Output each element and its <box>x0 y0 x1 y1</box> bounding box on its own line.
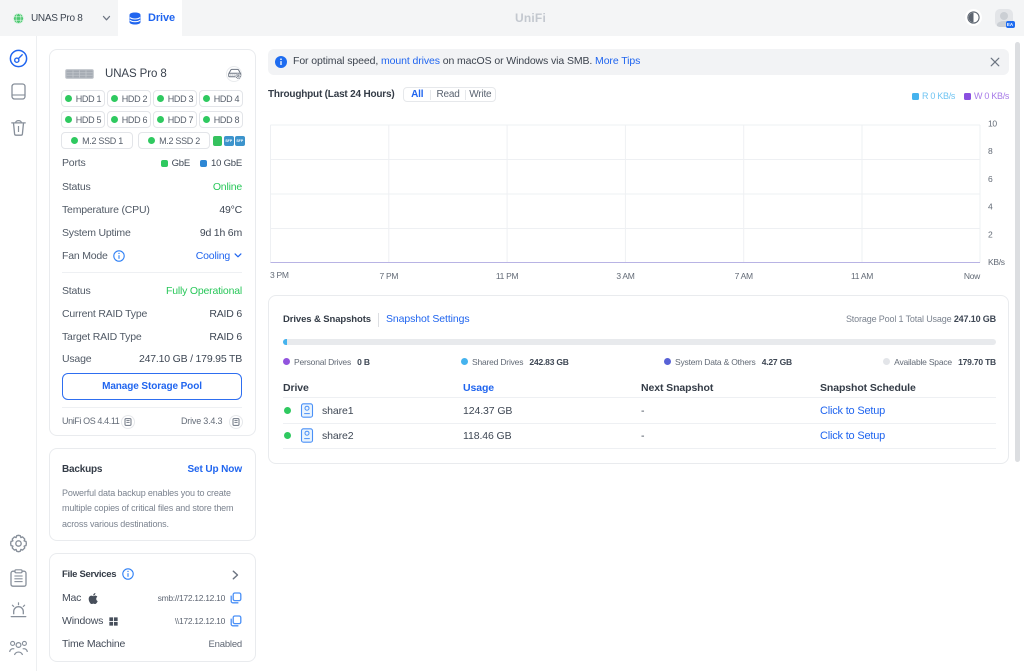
svg-text:2: 2 <box>988 229 993 239</box>
svg-text:7 PM: 7 PM <box>379 271 398 281</box>
svg-text:Now: Now <box>964 271 981 281</box>
svg-text:10: 10 <box>988 119 997 129</box>
svg-text:KB/s: KB/s <box>988 257 1005 267</box>
svg-text:7 AM: 7 AM <box>735 271 753 281</box>
svg-text:11 AM: 11 AM <box>851 271 873 281</box>
svg-text:3 AM: 3 AM <box>616 271 634 281</box>
svg-text:6: 6 <box>988 174 993 184</box>
svg-text:3 PM: 3 PM <box>270 270 289 280</box>
svg-text:4: 4 <box>988 202 993 212</box>
svg-text:8: 8 <box>988 146 993 156</box>
svg-text:11 PM: 11 PM <box>496 271 519 281</box>
